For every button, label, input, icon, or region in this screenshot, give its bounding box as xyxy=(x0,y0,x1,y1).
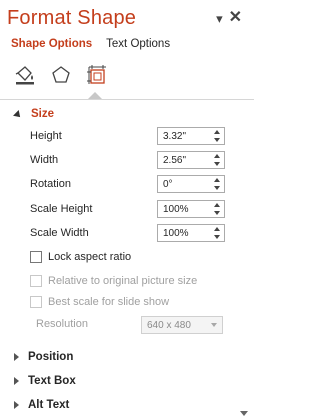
scale-height-label: Scale Height xyxy=(30,203,93,215)
rotation-row: Rotation xyxy=(30,175,230,193)
spin-up-icon[interactable] xyxy=(214,154,220,158)
size-properties-icon[interactable] xyxy=(84,62,110,88)
checkbox-box[interactable] xyxy=(30,296,42,308)
alt-text-section-header[interactable]: Alt Text xyxy=(14,399,69,411)
spin-down-icon[interactable] xyxy=(214,138,220,142)
width-spinner[interactable] xyxy=(157,151,225,169)
expanded-arrow-icon xyxy=(13,110,23,120)
category-icons xyxy=(0,58,254,96)
size-section-header[interactable]: Size xyxy=(13,108,55,120)
collapsed-arrow-icon xyxy=(14,401,19,409)
scale-height-spinner[interactable] xyxy=(157,200,225,218)
category-selected-indicator xyxy=(88,92,102,99)
collapsed-arrow-icon xyxy=(14,353,19,361)
height-input[interactable] xyxy=(158,129,207,143)
best-scale-label: Best scale for slide show xyxy=(48,296,170,308)
scale-width-row: Scale Width xyxy=(30,224,230,242)
rotation-label: Rotation xyxy=(30,178,71,190)
scale-height-row: Scale Height xyxy=(30,200,230,218)
pane-header-icons: ▾ ✕ xyxy=(216,10,242,26)
spin-down-icon[interactable] xyxy=(214,162,220,166)
width-row: Width xyxy=(30,151,230,169)
spin-down-icon[interactable] xyxy=(214,211,220,215)
tab-text-options[interactable]: Text Options xyxy=(106,38,170,50)
best-scale-checkbox[interactable]: Best scale for slide show xyxy=(30,296,169,308)
scroll-down-icon[interactable] xyxy=(240,411,248,416)
scale-width-spinner[interactable] xyxy=(157,224,225,242)
scale-width-input[interactable] xyxy=(158,226,207,240)
format-shape-pane: Format Shape ▾ ✕ Shape Options Text Opti… xyxy=(0,0,254,420)
divider xyxy=(0,99,254,100)
size-section-title: Size xyxy=(31,108,55,120)
height-label: Height xyxy=(30,130,62,142)
effects-icon[interactable] xyxy=(48,62,74,88)
width-input[interactable] xyxy=(158,153,207,167)
rotation-spinner[interactable] xyxy=(157,175,225,193)
height-row: Height xyxy=(30,127,230,145)
resolution-label: Resolution xyxy=(36,318,88,330)
scale-height-input[interactable] xyxy=(158,202,207,216)
spin-up-icon[interactable] xyxy=(214,178,220,182)
lock-aspect-ratio-label: Lock aspect ratio xyxy=(48,251,132,263)
chevron-down-icon xyxy=(211,323,217,327)
resolution-dropdown[interactable]: 640 x 480 xyxy=(141,316,223,334)
checkbox-box[interactable] xyxy=(30,275,42,287)
spin-down-icon[interactable] xyxy=(214,186,220,190)
position-section-title: Position xyxy=(28,351,74,363)
close-icon[interactable]: ✕ xyxy=(229,10,242,26)
resolution-value: 640 x 480 xyxy=(147,319,191,331)
chevron-down-icon[interactable]: ▾ xyxy=(216,12,223,25)
text-box-section-header[interactable]: Text Box xyxy=(14,375,76,387)
spin-up-icon[interactable] xyxy=(214,227,220,231)
spin-up-icon[interactable] xyxy=(214,203,220,207)
fill-line-icon[interactable] xyxy=(12,62,38,88)
alt-text-section-title: Alt Text xyxy=(28,399,70,411)
pane-title: Format Shape xyxy=(7,7,137,29)
position-section-header[interactable]: Position xyxy=(14,351,73,363)
relative-original-size-label: Relative to original picture size xyxy=(48,275,198,287)
spin-up-icon[interactable] xyxy=(214,130,220,134)
collapsed-arrow-icon xyxy=(14,377,19,385)
relative-original-size-checkbox[interactable]: Relative to original picture size xyxy=(30,275,197,287)
scale-width-label: Scale Width xyxy=(30,227,89,239)
width-label: Width xyxy=(30,154,59,166)
text-box-section-title: Text Box xyxy=(28,375,76,387)
spin-down-icon[interactable] xyxy=(214,235,220,239)
rotation-input[interactable] xyxy=(158,177,207,191)
lock-aspect-ratio-checkbox[interactable]: Lock aspect ratio xyxy=(30,251,131,263)
options-tabs: Shape Options Text Options xyxy=(11,38,170,50)
checkbox-box[interactable] xyxy=(30,251,42,263)
tab-shape-options[interactable]: Shape Options xyxy=(11,38,92,50)
height-spinner[interactable] xyxy=(157,127,225,145)
